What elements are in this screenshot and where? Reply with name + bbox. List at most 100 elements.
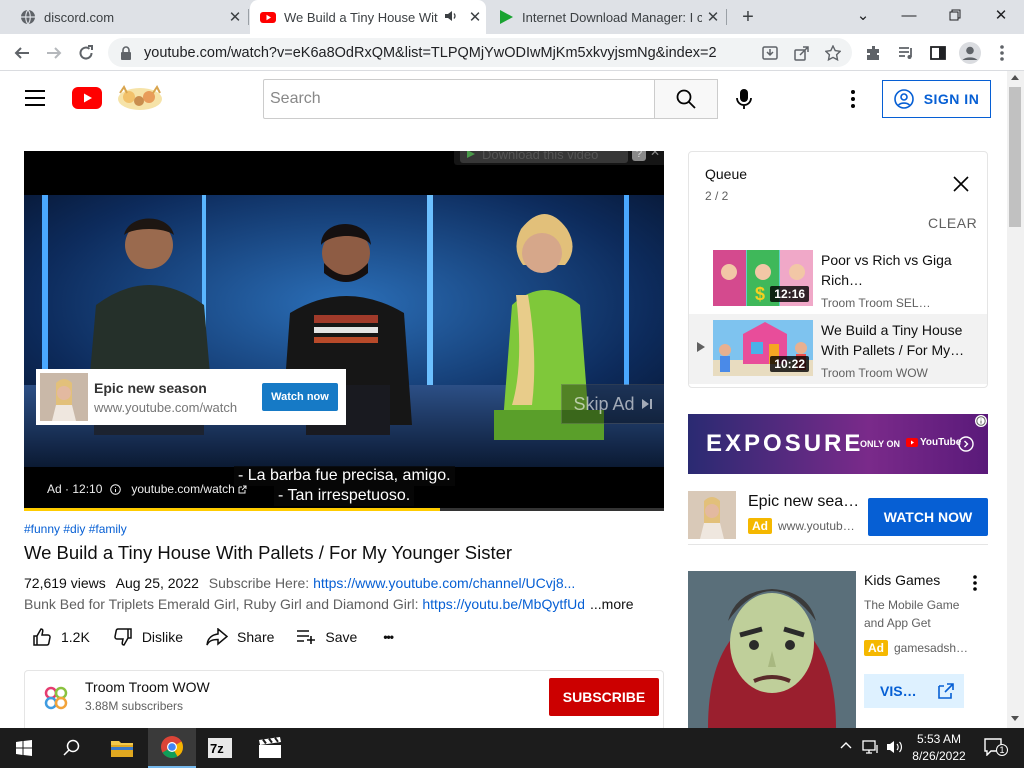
close-queue-icon[interactable]	[953, 176, 969, 192]
tab-search-icon[interactable]: ⌄	[840, 0, 886, 30]
video-hashtags[interactable]: #funny #diy #family	[24, 522, 127, 536]
download-video-button[interactable]: Download this video	[460, 151, 628, 163]
search-button[interactable]	[654, 79, 718, 119]
like-button[interactable]: 1.2K	[32, 627, 90, 647]
close-tab-icon[interactable]: ✕	[464, 8, 486, 26]
queue-item[interactable]: $ 12:16 Poor vs Rich vs Giga Rich… Troom…	[689, 244, 987, 314]
system-clock[interactable]: 5:53 AM 8/26/2022	[912, 731, 966, 765]
hamburger-menu-icon[interactable]	[24, 89, 46, 107]
more-options-icon[interactable]	[973, 575, 977, 591]
scroll-up-arrow-icon[interactable]	[1011, 75, 1019, 80]
subscribe-button[interactable]: SUBSCRIBE	[549, 678, 659, 716]
share-button[interactable]: Share	[206, 628, 274, 646]
bookmark-star-icon[interactable]	[819, 39, 847, 67]
sidebar-ad[interactable]: Epic new sea… Ad www.youtub… WATCH NOW	[688, 489, 988, 545]
extensions-icon[interactable]	[860, 39, 888, 67]
back-arrow-icon[interactable]	[8, 39, 36, 67]
settings-more-icon[interactable]	[851, 90, 855, 108]
reload-icon[interactable]	[72, 39, 100, 67]
download-label: Download this video	[482, 151, 599, 162]
dislike-button[interactable]: Dislike	[113, 627, 183, 647]
video-description: Bunk Bed for Triplets Emerald Girl, Ruby…	[24, 596, 590, 612]
chrome-taskbar-icon[interactable]	[148, 728, 196, 768]
notification-center-icon[interactable]: 1	[984, 738, 1008, 756]
ad-overlay-card[interactable]: Epic new season www.youtube.com/watch Wa…	[36, 369, 346, 425]
chevron-up-icon[interactable]	[840, 740, 852, 750]
minimize-button[interactable]: —	[886, 0, 932, 30]
lock-icon[interactable]	[120, 45, 132, 60]
browser-menu-icon[interactable]	[988, 39, 1016, 67]
video-duration: 12:16	[770, 286, 809, 302]
network-icon[interactable]	[862, 739, 880, 755]
subtitle-line: - Tan irrespetuoso.	[274, 486, 415, 506]
banner-youtube: YouTube	[906, 437, 961, 448]
7zip-icon[interactable]: 7z	[196, 728, 244, 768]
doodle-logo-icon[interactable]	[115, 83, 165, 113]
upload-date: Aug 25, 2022	[115, 575, 199, 591]
clear-queue-button[interactable]: CLEAR	[928, 215, 977, 231]
youtube-icon	[260, 9, 276, 25]
dislike-label: Dislike	[141, 629, 184, 645]
speaker-icon[interactable]	[444, 9, 460, 25]
scroll-down-arrow-icon[interactable]	[1011, 716, 1019, 721]
search-icon[interactable]	[48, 728, 96, 768]
scrollbar-thumb[interactable]	[1009, 87, 1021, 227]
more-actions-button[interactable]: •••	[383, 630, 394, 644]
media-control-icon[interactable]	[892, 39, 920, 67]
video-player[interactable]: Download this video ? ✕ Epic new season …	[24, 151, 664, 511]
install-app-icon[interactable]	[756, 39, 784, 67]
watch-now-button[interactable]: Watch now	[262, 383, 338, 411]
profile-avatar-icon[interactable]	[956, 39, 984, 67]
tab-title: We Build a Tiny House With	[284, 9, 438, 25]
media-clapper-icon[interactable]	[246, 728, 294, 768]
side-panel-icon[interactable]	[924, 39, 952, 67]
tab-youtube[interactable]: We Build a Tiny House With ✕	[250, 0, 486, 34]
subscribe-link[interactable]: https://www.youtube.com/channel/UCvj8...	[313, 575, 575, 591]
youtube-logo-icon[interactable]	[72, 87, 102, 109]
sign-in-button[interactable]: SIGN IN	[882, 80, 991, 118]
visit-site-button[interactable]: VIS…	[864, 674, 964, 708]
sidebar-ad-url: www.youtub…	[778, 519, 855, 533]
video-title: We Build a Tiny House With Pallets / For…	[24, 542, 513, 563]
subscriber-count: 3.88M subscribers	[85, 699, 184, 713]
watch-now-button[interactable]: WATCH NOW	[868, 498, 988, 536]
save-button[interactable]: Save	[296, 629, 357, 645]
close-icon[interactable]: ✕	[650, 151, 660, 159]
restore-button[interactable]	[932, 0, 978, 30]
description-link[interactable]: https://youtu.be/MbQytfUd-	[422, 596, 589, 612]
ad-info-icon[interactable]	[975, 415, 987, 427]
channel-name[interactable]: Troom Troom WOW	[85, 679, 210, 695]
close-tab-icon[interactable]: ✕	[224, 8, 246, 26]
game-ad-image[interactable]	[688, 571, 856, 728]
search-input[interactable]: Search	[263, 79, 655, 119]
ad-progress-bar[interactable]	[24, 508, 664, 511]
clock-date: 8/26/2022	[912, 749, 966, 763]
info-icon[interactable]	[110, 483, 122, 495]
page-scrollbar[interactable]	[1007, 71, 1024, 728]
close-tab-icon[interactable]: ✕	[702, 8, 724, 26]
view-count: 72,619 views	[24, 575, 106, 591]
address-bar[interactable]: youtube.com/watch?v=eK6a8OdRxQM&list=TLP…	[108, 38, 852, 67]
queue-item-current[interactable]: 10:22 We Build a Tiny House With Pallets…	[689, 314, 987, 384]
game-ad-title[interactable]: Kids Games	[864, 572, 940, 588]
external-link-icon	[937, 682, 955, 700]
ad-link[interactable]: youtube.com/watch	[131, 482, 234, 496]
new-tab-button[interactable]: +	[736, 5, 760, 29]
skip-ad-button[interactable]: Skip Ad	[561, 384, 664, 424]
file-explorer-icon[interactable]	[98, 728, 146, 768]
share-page-icon[interactable]	[788, 39, 816, 67]
channel-avatar[interactable]	[41, 683, 71, 713]
microphone-icon[interactable]	[736, 88, 752, 110]
volume-icon[interactable]	[886, 739, 904, 755]
subtitle-line: - La barba fue precisa, amigo.	[234, 466, 455, 486]
windows-start-icon[interactable]	[0, 728, 48, 768]
banner-only-on: ONLY ON	[860, 439, 901, 449]
download-help-button[interactable]: ?	[632, 151, 646, 161]
tab-idm[interactable]: Internet Download Manager: I ca ✕	[488, 0, 724, 34]
exposure-banner-ad[interactable]: EXPOSURE ONLY ON YouTube	[688, 414, 988, 474]
search-placeholder: Search	[270, 90, 321, 107]
close-window-button[interactable]: ✕	[978, 0, 1024, 30]
show-more-link[interactable]: ...more	[584, 596, 640, 612]
tab-discord[interactable]: discord.com ✕	[10, 0, 246, 34]
forward-arrow-icon[interactable]	[40, 39, 68, 67]
